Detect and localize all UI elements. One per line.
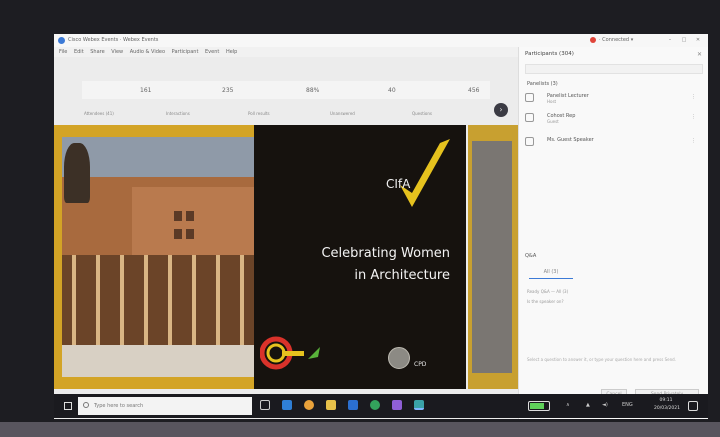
avatar <box>525 93 534 102</box>
clock-date: 20/03/2021 <box>654 406 680 411</box>
sponsor-logo-icon <box>260 336 320 370</box>
participant-search-input[interactable] <box>525 64 703 74</box>
onenote-icon[interactable] <box>392 400 402 410</box>
qa-summary: Ready Q&A — All (3) <box>527 289 569 294</box>
connection-status[interactable]: · Connected ▾ <box>599 37 633 43</box>
stat-label[interactable]: Questions <box>412 111 432 116</box>
notification-center-icon[interactable] <box>688 401 698 411</box>
menu-file[interactable]: File <box>59 49 67 55</box>
next-slide-preview <box>468 125 518 389</box>
title-bar: Cisco Webex Events · Webex Events · Conn… <box>54 34 708 47</box>
qa-tab-all[interactable]: All (3) <box>529 269 573 279</box>
menu-help[interactable]: Help <box>226 49 237 55</box>
recording-indicator-icon[interactable] <box>590 37 596 43</box>
windows-start-icon[interactable] <box>64 402 72 410</box>
stat-value: 235 <box>222 87 234 94</box>
windows-taskbar: Type here to search ∧ ▲ ◄) ENG 09:11 20/… <box>54 394 708 418</box>
mail-icon[interactable] <box>348 400 358 410</box>
taskbar-search-input[interactable]: Type here to search <box>78 397 252 415</box>
teams-icon[interactable] <box>370 400 380 410</box>
avatar <box>525 137 534 146</box>
participant-row[interactable]: Cohost Rep Guest ⋮ <box>525 111 703 127</box>
participant-row[interactable]: Panelist Lecturer Host ⋮ <box>525 91 703 107</box>
battery-icon[interactable] <box>528 401 550 411</box>
stat-value: 161 <box>140 87 152 94</box>
headline-line-2: in Architecture <box>354 268 450 283</box>
more-icon[interactable]: ⋮ <box>691 94 696 100</box>
cpd-badge-icon <box>388 347 410 369</box>
stat-value: 40 <box>388 87 396 94</box>
participant-row[interactable]: Ms. Guest Speaker ⋮ <box>525 135 703 151</box>
clock-time: 09:11 <box>659 398 673 403</box>
screen: Cisco Webex Events · Webex Events · Conn… <box>54 34 708 419</box>
stat-label[interactable]: Interactions <box>166 111 190 116</box>
stat-label[interactable]: Attendees (41) <box>84 111 114 116</box>
tray-expand-icon[interactable]: ∧ <box>566 402 570 408</box>
slide-logo-text: CIfA <box>386 177 411 191</box>
event-stats-labels: Attendees (41) Interactions Poll results… <box>82 109 490 119</box>
ifa-checkmark-icon <box>400 139 450 207</box>
volume-icon[interactable]: ◄) <box>602 402 608 408</box>
panel-close-icon[interactable]: ✕ <box>697 51 702 58</box>
menu-participant[interactable]: Participant <box>172 49 199 55</box>
edge-icon[interactable] <box>282 400 292 410</box>
taskbar-search-placeholder: Type here to search <box>94 403 144 409</box>
slide-headline: Celebrating Women in Architecture <box>274 243 450 287</box>
avatar <box>525 113 534 122</box>
participant-role: Host <box>547 99 557 104</box>
window-title: Cisco Webex Events · Webex Events <box>68 37 159 43</box>
more-icon[interactable]: ⋮ <box>691 114 696 120</box>
minimize-button[interactable]: – <box>666 37 674 43</box>
taskbar-clock[interactable]: 09:11 20/03/2021 <box>654 397 680 413</box>
webex-logo-icon <box>58 37 65 44</box>
webex-taskbar-icon[interactable] <box>414 400 424 410</box>
menu-event[interactable]: Event <box>205 49 219 55</box>
menu-edit[interactable]: Edit <box>74 49 84 55</box>
building-photo <box>62 137 254 377</box>
stat-value: 88% <box>306 87 320 94</box>
network-icon[interactable]: ▲ <box>586 402 590 408</box>
qa-header[interactable]: Q&A <box>525 253 536 259</box>
headline-line-1: Celebrating Women <box>321 246 450 261</box>
chrome-icon[interactable] <box>304 400 314 410</box>
qa-question[interactable]: Is the speaker on? <box>527 299 564 304</box>
desk-surface <box>0 422 720 437</box>
file-explorer-icon[interactable] <box>326 400 336 410</box>
close-button[interactable]: ✕ <box>694 37 702 43</box>
language-indicator[interactable]: ENG <box>622 402 633 408</box>
menu-audio-video[interactable]: Audio & Video <box>130 49 165 55</box>
menu-view[interactable]: View <box>111 49 123 55</box>
maximize-button[interactable]: □ <box>680 37 688 43</box>
cpd-label: CPD <box>414 361 427 368</box>
task-view-icon[interactable] <box>260 400 270 410</box>
stat-label[interactable]: Unanswered <box>330 111 355 116</box>
participants-panel: Participants (304) ✕ Panelists (3) Panel… <box>518 47 708 419</box>
stat-label[interactable]: Poll results <box>248 111 270 116</box>
participant-name: Ms. Guest Speaker <box>547 137 594 143</box>
menu-bar: File Edit Share View Audio & Video Parti… <box>54 47 518 57</box>
more-icon[interactable]: ⋮ <box>691 138 696 144</box>
event-stats-bar: 161 235 88% 40 456 <box>82 81 490 99</box>
stat-value: 456 <box>468 87 480 94</box>
search-icon <box>83 402 89 408</box>
participants-header[interactable]: Participants (304) <box>525 51 574 57</box>
presentation-slide: CIfA Celebrating Women in Architecture C… <box>54 125 466 389</box>
participant-role: Guest <box>547 119 559 124</box>
menu-share[interactable]: Share <box>90 49 104 55</box>
qa-note: Select a question to answer it, or type … <box>527 357 676 362</box>
collapse-panel-icon[interactable]: › <box>494 103 508 117</box>
panelists-group-label[interactable]: Panelists (3) <box>527 81 558 87</box>
shared-content-stage: 161 235 88% 40 456 Attendees (41) Intera… <box>54 57 518 419</box>
